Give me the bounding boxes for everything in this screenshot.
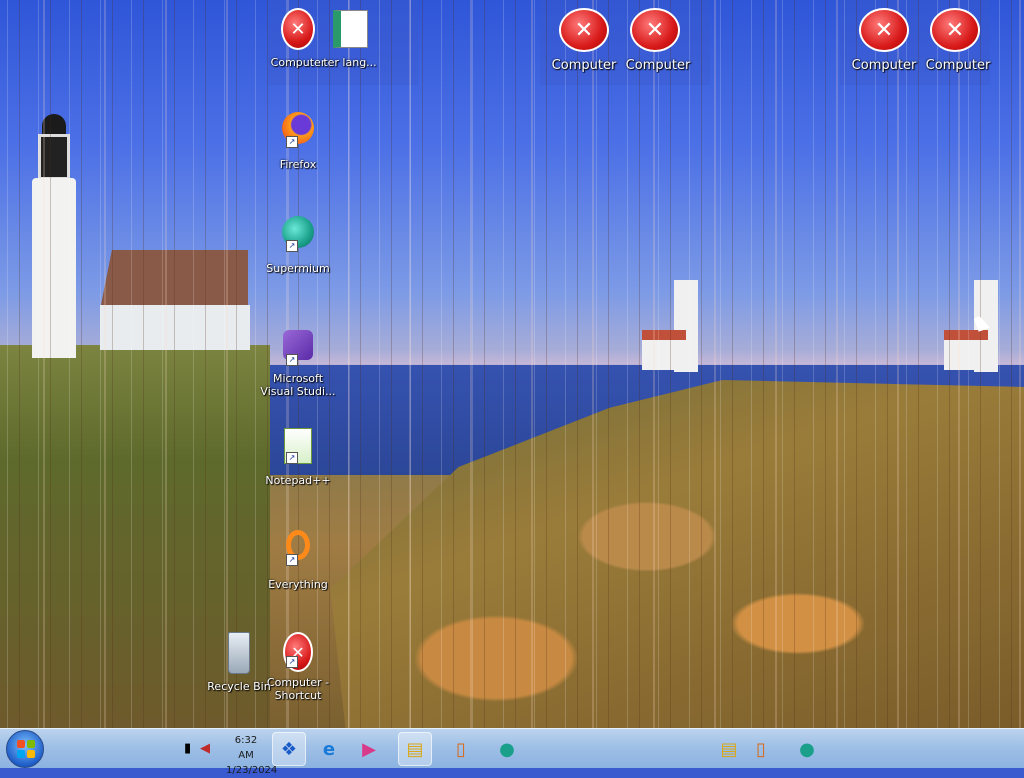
document-icon (332, 10, 368, 48)
desktop-icon-label: ter lang... (323, 56, 377, 69)
wallpaper-lighthouse (28, 108, 80, 358)
media-player-icon: ▶ (362, 738, 376, 760)
desktop-icon-label: Microsoft Visual Studi... (260, 372, 336, 398)
error-x-icon: ✕ (859, 8, 909, 52)
taskbar-app-supermium[interactable]: ● (790, 732, 824, 766)
shortcut-arrow-icon: ↗ (286, 452, 298, 464)
desktop-icon-language[interactable]: ter lang... (312, 10, 388, 69)
clock-time: 6:32 AM (234, 735, 258, 761)
desktop-icon-label: Computer (625, 58, 691, 73)
wallpaper-small-house (944, 330, 988, 370)
desktop-wallpaper (0, 0, 1024, 728)
taskbar: ▮ ◀ 6:32 AM 1/23/2024 ❖ e ▶ ▤ ▯ ● ▤ ▯ ● (0, 728, 1024, 776)
taskbar-app-windows-media[interactable]: ❖ (272, 732, 306, 766)
desktop-icon-label: Everything (268, 578, 328, 591)
file-explorer-icon: ▤ (720, 738, 738, 760)
desktop-icon-label: Notepad++ (265, 474, 331, 487)
wallpaper-small-house (642, 330, 686, 370)
windows-media-icon: ❖ (280, 738, 298, 760)
wallpaper-house (100, 240, 250, 350)
error-x-icon: ✕ (281, 8, 315, 50)
desktop-icon-recycle-bin[interactable]: Recycle Bin (204, 632, 274, 693)
recycle-bin-icon (228, 632, 250, 674)
taskbar-app-file-explorer[interactable]: ▤ (398, 732, 432, 766)
error-x-icon: ✕ (559, 8, 609, 52)
notepad-icon: ▯ (456, 738, 466, 760)
desktop-icon-notepadpp[interactable]: ↗ Notepad++ (260, 428, 336, 487)
desktop-icon-firefox[interactable]: ↗ Firefox (260, 112, 336, 171)
taskbar-app-media-player[interactable]: ▶ (352, 732, 386, 766)
taskbar-app-supermium[interactable]: ● (490, 732, 524, 766)
error-x-icon: ✕ (930, 8, 980, 52)
shortcut-arrow-icon: ↗ (286, 136, 298, 148)
desktop-icon-computer[interactable]: ✕ Computer (846, 8, 922, 73)
volume-muted-icon[interactable]: ◀ (200, 741, 210, 756)
shortcut-arrow-icon: ↗ (286, 354, 298, 366)
taskbar-app-notepad[interactable]: ▯ (744, 732, 778, 766)
taskbar-app-internet-explorer[interactable]: e (312, 732, 346, 766)
start-button[interactable] (6, 730, 44, 768)
desktop-icon-computer[interactable]: ✕ Computer (620, 8, 696, 73)
supermium-icon: ● (799, 738, 815, 760)
shortcut-arrow-icon: ↗ (286, 656, 298, 668)
desktop-icon-label: Computer (851, 58, 917, 73)
notepad-icon: ▯ (756, 738, 766, 760)
taskbar-app-notepad[interactable]: ▯ (444, 732, 478, 766)
desktop-icon-visual-studio[interactable]: ↗ Microsoft Visual Studi... (260, 330, 336, 398)
desktop-icon-supermium[interactable]: ↗ Supermium (260, 216, 336, 275)
windows-logo-icon (17, 740, 35, 758)
taskbar-app-file-explorer[interactable]: ▤ (712, 732, 746, 766)
desktop-icon-label: Recycle Bin (207, 680, 271, 693)
desktop-icon-label: Supermium (266, 262, 330, 275)
desktop-icon-label: Computer (925, 58, 991, 73)
desktop-icon-label: Firefox (279, 158, 317, 171)
desktop-icon-everything[interactable]: ↗ Everything (260, 530, 336, 591)
network-icon[interactable]: ▮ (184, 741, 191, 756)
file-explorer-icon: ▤ (406, 738, 424, 760)
shortcut-arrow-icon: ↗ (286, 240, 298, 252)
clock-date: 1/23/2024 (226, 765, 278, 776)
desktop-icon-computer[interactable]: ✕ Computer (920, 8, 996, 73)
shortcut-arrow-icon: ↗ (286, 554, 298, 566)
error-x-icon: ✕ (630, 8, 680, 52)
desktop-icon-label: Computer (551, 58, 617, 73)
desktop-icon-computer[interactable]: ✕ Computer (546, 8, 622, 73)
clock[interactable]: 6:32 AM 1/23/2024 (226, 733, 278, 778)
internet-explorer-icon: e (322, 738, 336, 760)
supermium-icon: ● (499, 738, 515, 760)
